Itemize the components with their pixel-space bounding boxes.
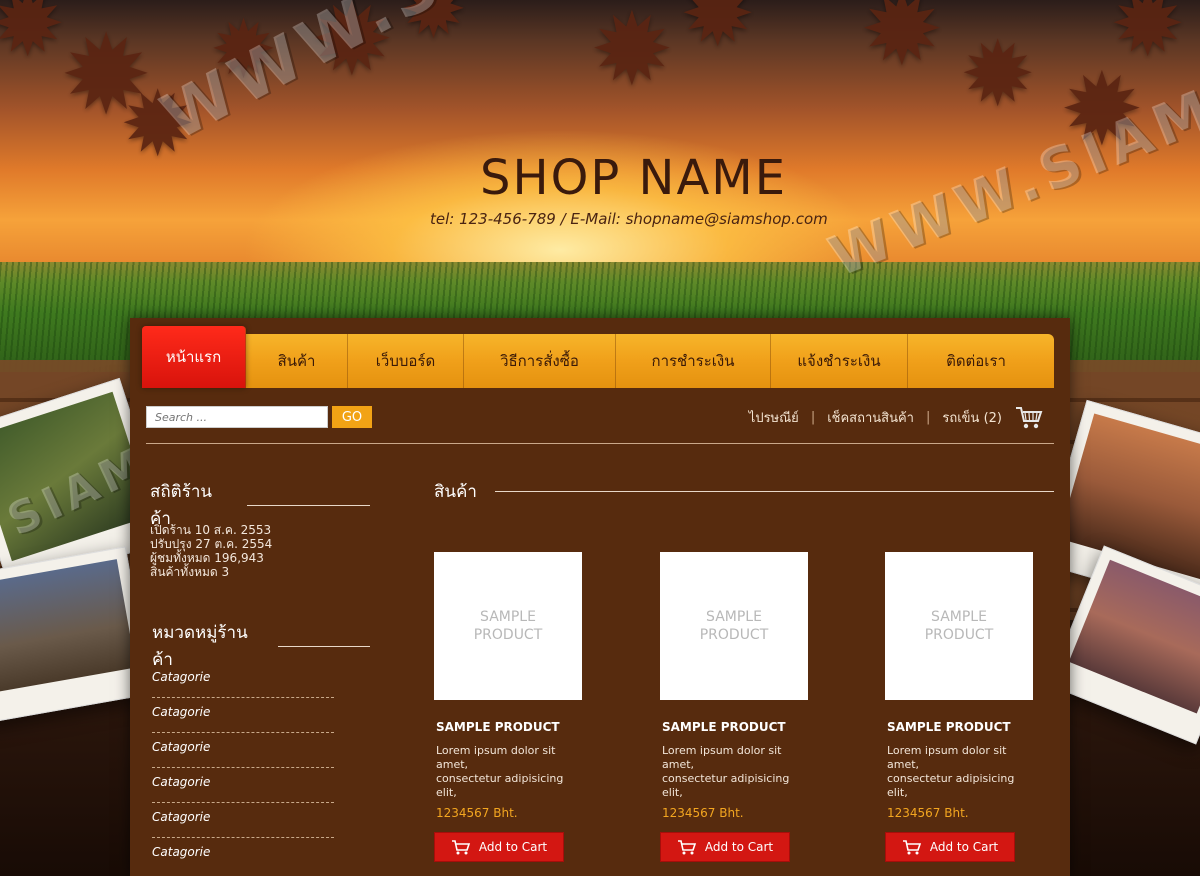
shop-stats: เปิดร้าน 10 ส.ค. 2553 ปรับปรุง 27 ต.ค. 2… [150,523,272,579]
search-input[interactable] [146,406,328,428]
product-thumbnail[interactable]: SAMPLE PRODUCT [434,552,582,700]
desc-line: Lorem ipsum dolor sit amet, [436,744,556,771]
maple-leaf-icon: ✹ [680,0,756,67]
nav-item-payment[interactable]: การชำระเงิน [616,334,771,388]
product-price: 1234567 Bht. [436,806,518,820]
stat-line: สินค้าทั้งหมด 3 [150,565,230,579]
check-status-link[interactable]: เช็คสถานสินค้า [827,407,914,428]
top-links: ไปรษณีย์ | เช็คสถานสินค้า | รถเข็น (2) [749,404,1044,430]
decorative-photo-left-2 [0,546,152,724]
main-panel: หน้าแรก สินค้า เว็บบอร์ด วิธีการสั่งซื้อ… [130,318,1070,876]
maple-leaf-icon: ✹ [960,22,1036,127]
cart-icon [451,840,470,855]
product-price: 1234567 Bht. [662,806,744,820]
desc-line: consectetur adipisicing elit, [436,772,564,799]
desc-line: Lorem ipsum dolor sit amet, [662,744,782,771]
add-to-cart-label: Add to Cart [929,840,999,854]
divider: | [810,409,816,425]
stat-line: เปิดร้าน 10 ส.ค. 2553 [150,523,272,537]
divider: | [925,409,931,425]
product-price: 1234567 Bht. [887,806,969,820]
thumb-text: SAMPLE [706,609,762,625]
nav-item-products[interactable]: สินค้า [246,334,348,388]
shop-name-title: SHOP NAME [480,150,788,206]
title-rule [494,491,1054,492]
maple-leaf-icon: ✹ [860,0,944,88]
category-item[interactable]: Catagorie [152,768,334,803]
add-to-cart-button[interactable]: Add to Cart [660,832,790,862]
stat-line: ปรับปรุง 27 ต.ค. 2554 [150,537,273,551]
title-rule [247,504,370,506]
nav-item-how-to-order[interactable]: วิธีการสั่งซื้อ [464,334,616,388]
product-card: SAMPLE PRODUCT SAMPLE PRODUCT Lorem ipsum… [885,552,1035,862]
add-to-cart-label: Add to Cart [704,840,774,854]
nav-item-payment-notify[interactable]: แจ้งชำระเงิน [771,334,908,388]
product-name[interactable]: SAMPLE PRODUCT [660,720,810,734]
thumb-text: PRODUCT [924,627,994,643]
nav-item-webboard[interactable]: เว็บบอร์ด [348,334,464,388]
shop-contact-info: tel: 123-456-789 / E-Mail: shopname@siam… [430,210,828,228]
add-to-cart-button[interactable]: Add to Cart [434,832,564,862]
thumb-text: PRODUCT [473,627,543,643]
shopping-cart-icon[interactable] [1014,404,1044,430]
cart-icon [677,840,696,855]
category-item[interactable]: Catagorie [152,803,334,838]
category-item[interactable]: Catagorie [152,733,334,768]
search-go-button[interactable]: GO [332,406,372,428]
main-navigation: หน้าแรก สินค้า เว็บบอร์ด วิธีการสั่งซื้อ… [142,326,1054,388]
thumb-text: PRODUCT [699,627,769,643]
desc-line: consectetur adipisicing elit, [887,772,1015,799]
desc-line: Lorem ipsum dolor sit amet, [887,744,1007,771]
add-to-cart-label: Add to Cart [478,840,548,854]
maple-leaf-icon: ✹ [1110,0,1186,77]
desc-line: consectetur adipisicing elit, [662,772,790,799]
toolbar: GO ไปรษณีย์ | เช็คสถานสินค้า | รถเข็น (2… [146,404,1054,444]
cart-icon [902,840,921,855]
nav-item-home[interactable]: หน้าแรก [142,326,246,388]
category-item[interactable]: Catagorie [152,663,334,698]
product-description: Lorem ipsum dolor sit amet, consectetur … [660,744,810,800]
thumb-text: SAMPLE [931,609,987,625]
product-thumbnail[interactable]: SAMPLE PRODUCT [660,552,808,700]
cart-link[interactable]: รถเข็น (2) [942,407,1002,428]
product-card: SAMPLE PRODUCT SAMPLE PRODUCT Lorem ipsum… [434,552,584,862]
add-to-cart-button[interactable]: Add to Cart [885,832,1015,862]
product-thumbnail[interactable]: SAMPLE PRODUCT [885,552,1033,700]
category-item[interactable]: Catagorie [152,698,334,733]
thumb-text: SAMPLE [480,609,536,625]
stat-line: ผู้ชมทั้งหมด 196,943 [150,551,264,565]
maple-leaf-icon: ✹ [0,0,66,77]
products-title: สินค้า [434,482,477,502]
category-item[interactable]: Catagorie [152,838,334,873]
post-link[interactable]: ไปรษณีย์ [749,407,799,428]
maple-leaf-icon: ✹ [590,0,674,108]
product-card: SAMPLE PRODUCT SAMPLE PRODUCT Lorem ipsum… [660,552,810,862]
category-list: Catagorie Catagorie Catagorie Catagorie … [152,663,334,873]
product-name[interactable]: SAMPLE PRODUCT [434,720,584,734]
products-section-title: สินค้า [434,478,1054,505]
title-rule [277,645,370,647]
product-description: Lorem ipsum dolor sit amet, consectetur … [885,744,1035,800]
product-name[interactable]: SAMPLE PRODUCT [885,720,1035,734]
nav-item-contact[interactable]: ติดต่อเรา [908,334,1044,388]
product-description: Lorem ipsum dolor sit amet, consectetur … [434,744,584,800]
